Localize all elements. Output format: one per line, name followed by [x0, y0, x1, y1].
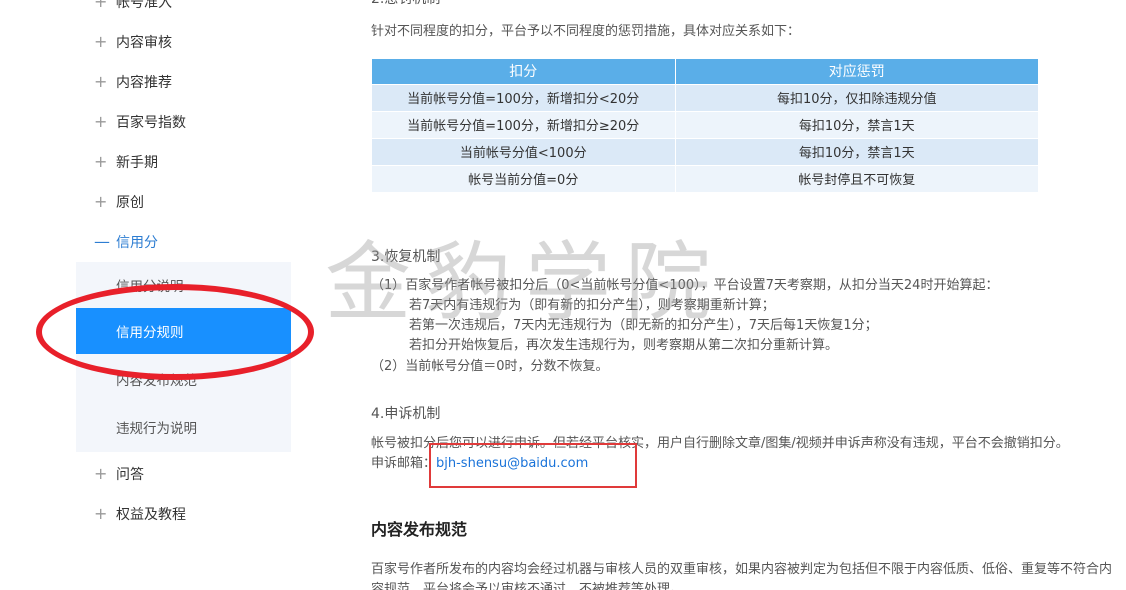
nav-newbie[interactable]: + 新手期: [94, 150, 158, 174]
appeal-title: 4.申诉机制: [371, 406, 441, 422]
subnav-violation-desc[interactable]: 违规行为说明: [76, 404, 291, 450]
collapse-minus-icon: —: [94, 232, 110, 251]
nav-baijiahao-index[interactable]: + 百家号指数: [94, 110, 186, 134]
nav-account-access[interactable]: + 帐号准入: [94, 0, 172, 14]
nav-credit-score[interactable]: — 信用分: [94, 230, 158, 254]
appeal-email-label: 申诉邮箱：: [371, 456, 437, 471]
subnav-credit-rules[interactable]: 信用分规则: [76, 308, 291, 354]
table-cell: 每扣10分，禁言1天: [675, 110, 1039, 138]
recovery-title: 3.恢复机制: [371, 249, 441, 265]
table-cell: 每扣10分，禁言1天: [675, 137, 1039, 165]
nav-label: 信用分: [116, 235, 158, 251]
subnav-credit-intro[interactable]: 信用分说明: [76, 262, 291, 308]
appeal-text: 帐号被扣分后您可以进行申诉。但若经平台核实，用户自行删除文章/图集/视频并申诉声…: [371, 436, 1069, 451]
main-content: 2.惩罚机制 针对不同程度的扣分，平台予以不同程度的惩罚措施，具体对应关系如下：…: [371, 0, 1126, 590]
appeal-email-link[interactable]: bjh-shensu@baidu.com: [436, 456, 588, 471]
nav-content-review[interactable]: + 内容审核: [94, 30, 172, 54]
recovery-line-4: 若扣分开始恢复后，再次发生违规行为，则考察期从第二次扣分重新计算。: [409, 338, 839, 353]
expand-plus-icon: +: [94, 112, 108, 131]
subnav-content-publish-rules[interactable]: 内容发布规范: [76, 356, 291, 402]
penalty-intro: 针对不同程度的扣分，平台予以不同程度的惩罚措施，具体对应关系如下：: [371, 24, 801, 39]
recovery-line-2: 若7天内有违规行为（即有新的扣分产生），则考察期重新计算；: [409, 298, 775, 313]
nav-label: 内容审核: [116, 35, 172, 51]
expand-plus-icon: +: [94, 464, 108, 483]
expand-plus-icon: +: [94, 32, 108, 51]
recovery-line-1: （1）百家号作者帐号被扣分后（0<当前帐号分值<100），平台设置7天考察期，从…: [371, 278, 999, 293]
table-cell: 当前帐号分值=100分，新增扣分≥20分: [372, 110, 676, 138]
table-row: 当前帐号分值=100分，新增扣分≥20分 每扣10分，禁言1天: [372, 110, 1039, 138]
nav-content-recommend[interactable]: + 内容推荐: [94, 70, 172, 94]
table-row: 帐号当前分值=0分 帐号封停且不可恢复: [372, 164, 1039, 192]
recovery-line-5: （2）当前帐号分值＝0时，分数不恢复。: [371, 359, 609, 374]
table-cell: 当前帐号分值<100分: [372, 137, 676, 165]
table-header-penalty: 对应惩罚: [675, 59, 1039, 84]
expand-plus-icon: +: [94, 0, 108, 11]
content-rules-title: 内容发布规范: [371, 520, 468, 539]
sidebar: + 帐号准入 + 内容审核 + 内容推荐 + 百家号指数 + 新手期 + 原创 …: [76, 0, 291, 590]
nav-label: 权益及教程: [116, 507, 186, 523]
nav-qa[interactable]: + 问答: [94, 462, 144, 486]
nav-rights-tutorial[interactable]: + 权益及教程: [94, 502, 186, 526]
nav-original[interactable]: + 原创: [94, 190, 144, 214]
nav-label: 新手期: [116, 155, 158, 171]
expand-plus-icon: +: [94, 192, 108, 211]
table-cell: 帐号当前分值=0分: [372, 164, 676, 192]
expand-plus-icon: +: [94, 504, 108, 523]
table-header-deduction: 扣分: [372, 59, 676, 84]
credit-score-subnav: 信用分说明 信用分规则 内容发布规范 违规行为说明: [76, 262, 291, 452]
table-cell: 每扣10分，仅扣除违规分值: [675, 83, 1039, 111]
nav-label: 帐号准入: [116, 0, 172, 11]
table-row: 当前帐号分值<100分 每扣10分，禁言1天: [372, 137, 1039, 165]
table-cell: 帐号封停且不可恢复: [675, 164, 1039, 192]
recovery-line-3: 若第一次违规后，7天内无违规行为（即无新的扣分产生），7天后每1天恢复1分；: [409, 318, 878, 333]
nav-label: 问答: [116, 467, 144, 483]
table-cell: 当前帐号分值=100分，新增扣分<20分: [372, 83, 676, 111]
penalty-title: 2.惩罚机制: [371, 0, 440, 8]
content-rules-line-2: 容规范，平台将会予以审核不通过、不被推荐等处理。: [371, 582, 684, 590]
nav-label: 原创: [116, 195, 144, 211]
nav-label: 内容推荐: [116, 75, 172, 91]
expand-plus-icon: +: [94, 72, 108, 91]
table-row: 当前帐号分值=100分，新增扣分<20分 每扣10分，仅扣除违规分值: [372, 83, 1039, 111]
content-rules-line-1: 百家号作者所发布的内容均会经过机器与审核人员的双重审核，如果内容被判定为包括但不…: [371, 562, 1113, 577]
expand-plus-icon: +: [94, 152, 108, 171]
appeal-email-row: 申诉邮箱：bjh-shensu@baidu.com: [371, 452, 588, 471]
nav-label: 百家号指数: [116, 115, 186, 131]
penalty-table: 扣分 对应惩罚 当前帐号分值=100分，新增扣分<20分 每扣10分，仅扣除违规…: [372, 59, 1039, 192]
